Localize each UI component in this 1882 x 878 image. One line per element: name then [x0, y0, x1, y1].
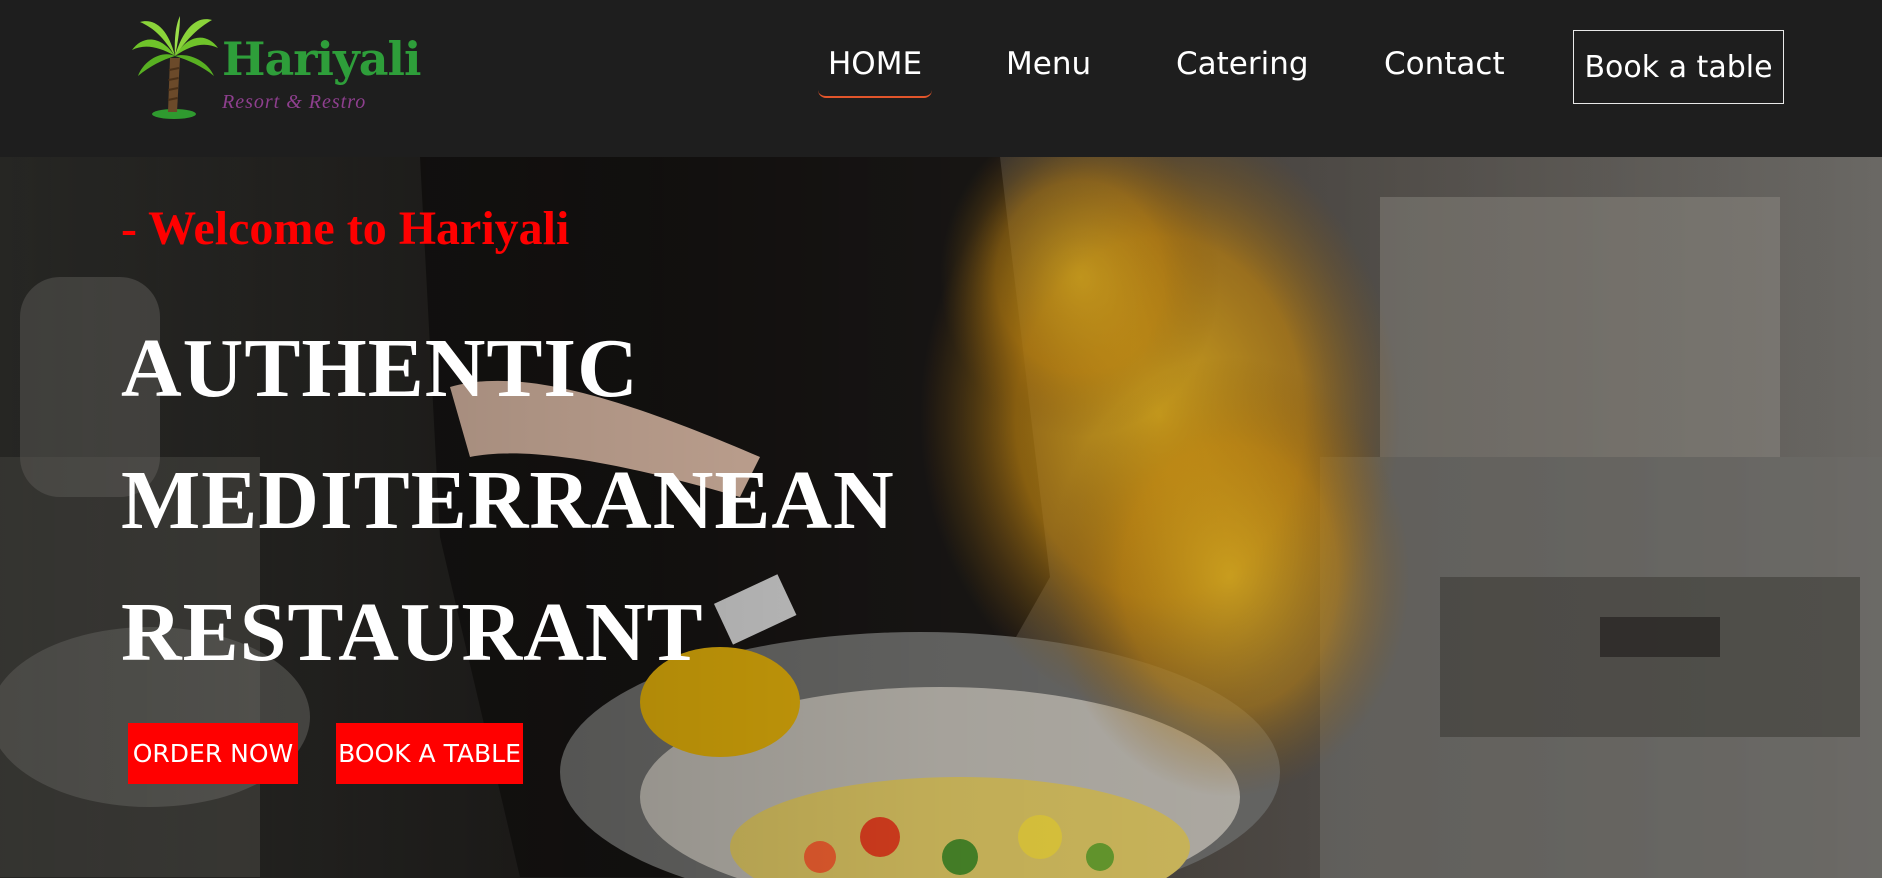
hero-content: - Welcome to Hariyali AUTHENTIC MEDITERR…: [0, 157, 1882, 878]
nav-item-home[interactable]: HOME: [817, 44, 933, 98]
nav-item-catering[interactable]: Catering: [1176, 44, 1309, 84]
hero-book-table-button[interactable]: BOOK A TABLE: [336, 723, 523, 784]
nav-item-contact[interactable]: Contact: [1384, 44, 1505, 84]
hero-section: - Welcome to Hariyali AUTHENTIC MEDITERR…: [0, 157, 1882, 878]
headline-line-1: AUTHENTIC: [121, 322, 639, 415]
headline-line-2: MEDITERRANEAN: [121, 454, 895, 547]
nav-item-menu[interactable]: Menu: [1006, 44, 1091, 84]
book-table-button[interactable]: Book a table: [1573, 30, 1784, 104]
logo-subtitle: Resort & Restro: [222, 91, 367, 113]
logo-title: Hariyali: [222, 32, 421, 86]
headline-line-3: RESTAURANT: [121, 586, 704, 679]
order-now-button[interactable]: ORDER NOW: [128, 723, 298, 784]
site-logo[interactable]: Hariyali Resort & Restro: [130, 14, 421, 122]
palm-tree-icon: [132, 16, 218, 119]
hero-headline: AUTHENTIC MEDITERRANEAN RESTAURANT: [121, 303, 895, 699]
welcome-text: - Welcome to Hariyali: [121, 202, 570, 255]
site-header: Hariyali Resort & Restro HOME Menu Cater…: [0, 0, 1882, 157]
